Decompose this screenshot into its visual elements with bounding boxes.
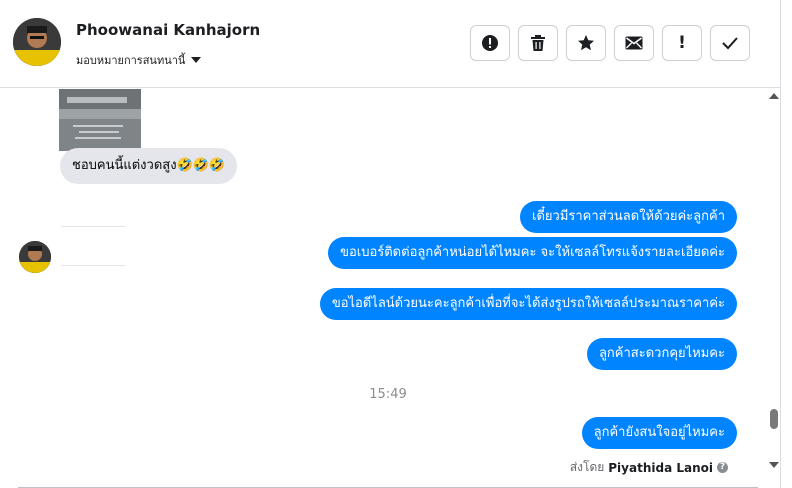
incoming-message[interactable]: ชอบคนนี้แต่งวดสูง🤣🤣🤣	[60, 148, 238, 184]
image-attachment[interactable]	[59, 89, 141, 151]
scroll-up-arrow-icon[interactable]	[769, 93, 779, 99]
delete-button[interactable]	[518, 25, 558, 61]
exclamation-icon: !	[678, 33, 686, 53]
sent-by-indicator: ส่งโดย Piyathida Lanoi ?	[570, 458, 728, 477]
alert-circle-icon	[481, 34, 499, 52]
divider	[61, 265, 125, 266]
divider	[61, 226, 125, 227]
outgoing-message[interactable]: เดี๋ยวมีราคาส่วนลดให้ด้วยค่ะลูกค้า	[520, 201, 737, 233]
star-icon	[577, 34, 595, 52]
sent-by-label: ส่งโดย	[569, 460, 605, 474]
envelope-icon	[625, 36, 643, 50]
outgoing-message[interactable]: ลูกค้ายังสนใจอยู่ไหมคะ	[581, 417, 737, 449]
check-icon	[721, 36, 739, 50]
message-thread[interactable]: ชอบคนนี้แต่งวดสูง🤣🤣🤣 เดี๋ยวมีราคาส่วนลดใ…	[0, 89, 770, 488]
assign-conversation-dropdown[interactable]: มอบหมายการสนทนานี้	[76, 51, 202, 69]
mark-done-button[interactable]	[710, 25, 750, 61]
contact-name[interactable]: Phoowanai Kanhajorn	[76, 21, 260, 39]
conversation-window: Phoowanai Kanhajorn มอบหมายการสนทนานี้ !…	[0, 0, 792, 488]
panel-divider	[780, 0, 781, 488]
outgoing-message[interactable]: ขอเบอร์ติดต่อลูกค้าหน่อยได้ไหมคะ จะให้เซ…	[328, 237, 737, 269]
outgoing-message[interactable]: ลูกค้าสะดวกคุยไหมคะ	[586, 338, 737, 370]
chevron-down-icon	[191, 57, 202, 63]
assign-label: มอบหมายการสนทนานี้	[76, 54, 186, 67]
mark-spam-button[interactable]	[470, 25, 510, 61]
sent-by-name: Piyathida Lanoi	[608, 460, 713, 475]
sender-avatar[interactable]	[19, 241, 51, 273]
outgoing-message[interactable]: ขอไอดีไลน์ด้วยนะคะลูกค้าเพื่อที่จะได้ส่ง…	[319, 288, 737, 320]
trash-icon	[530, 34, 546, 52]
mark-unread-button[interactable]	[614, 25, 654, 61]
message-timestamp: 15:49	[369, 387, 407, 402]
help-icon[interactable]: ?	[717, 462, 728, 473]
follow-up-button[interactable]: !	[662, 25, 702, 61]
scrollbar-thumb[interactable]	[770, 409, 778, 429]
conversation-header: Phoowanai Kanhajorn มอบหมายการสนทนานี้ !	[0, 0, 780, 88]
contact-avatar[interactable]	[13, 18, 61, 66]
star-button[interactable]	[566, 25, 606, 61]
scroll-down-arrow-icon[interactable]	[769, 462, 779, 468]
